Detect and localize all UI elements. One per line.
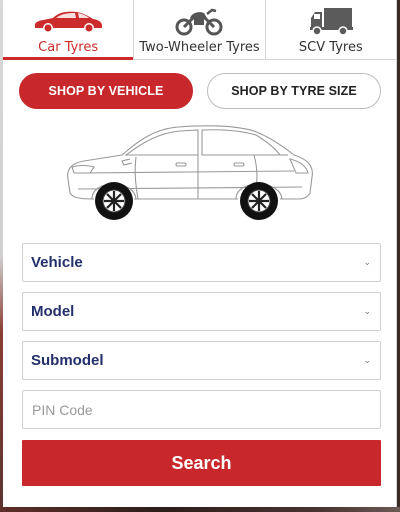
tab-scv-tyres[interactable]: SCV Tyres bbox=[266, 0, 396, 59]
category-tabs: Car Tyres Two-Wheeler Tyres SCV Tyres bbox=[3, 0, 396, 60]
tab-two-wheeler-tyres[interactable]: Two-Wheeler Tyres bbox=[134, 0, 266, 59]
chevron-down-icon: ⌄ bbox=[363, 355, 371, 366]
chevron-down-icon: ⌄ bbox=[363, 257, 371, 268]
vehicle-search-form: Vehicle ⌄ Model ⌄ Submodel ⌄ Search bbox=[3, 243, 396, 486]
motorcycle-icon bbox=[174, 6, 224, 36]
shop-mode-toggle: SHOP BY VEHICLE SHOP BY TYRE SIZE bbox=[3, 73, 396, 109]
pin-code-input[interactable] bbox=[22, 390, 381, 429]
truck-icon bbox=[308, 6, 354, 36]
model-select[interactable]: Model ⌄ bbox=[22, 292, 381, 331]
model-select-label: Model bbox=[31, 303, 75, 320]
car-icon bbox=[31, 6, 105, 36]
shop-by-vehicle-button[interactable]: SHOP BY VEHICLE bbox=[19, 73, 193, 109]
shop-by-tyre-size-button[interactable]: SHOP BY TYRE SIZE bbox=[207, 73, 381, 109]
chevron-down-icon: ⌄ bbox=[363, 306, 371, 317]
tab-label: SCV Tyres bbox=[298, 40, 363, 55]
tab-car-tyres[interactable]: Car Tyres bbox=[3, 0, 135, 60]
tyre-finder-panel: Car Tyres Two-Wheeler Tyres SCV Tyres SH… bbox=[3, 0, 397, 507]
car-outline-illustration bbox=[67, 125, 313, 220]
submodel-select[interactable]: Submodel ⌄ bbox=[22, 341, 381, 380]
vehicle-select[interactable]: Vehicle ⌄ bbox=[22, 243, 381, 282]
tab-label: Car Tyres bbox=[38, 40, 99, 55]
submodel-select-label: Submodel bbox=[31, 352, 104, 369]
tab-label: Two-Wheeler Tyres bbox=[139, 40, 260, 55]
search-button[interactable]: Search bbox=[22, 440, 381, 486]
car-illustration bbox=[3, 115, 396, 233]
background-edge-bottom bbox=[0, 507, 400, 512]
vehicle-select-label: Vehicle bbox=[31, 254, 83, 271]
